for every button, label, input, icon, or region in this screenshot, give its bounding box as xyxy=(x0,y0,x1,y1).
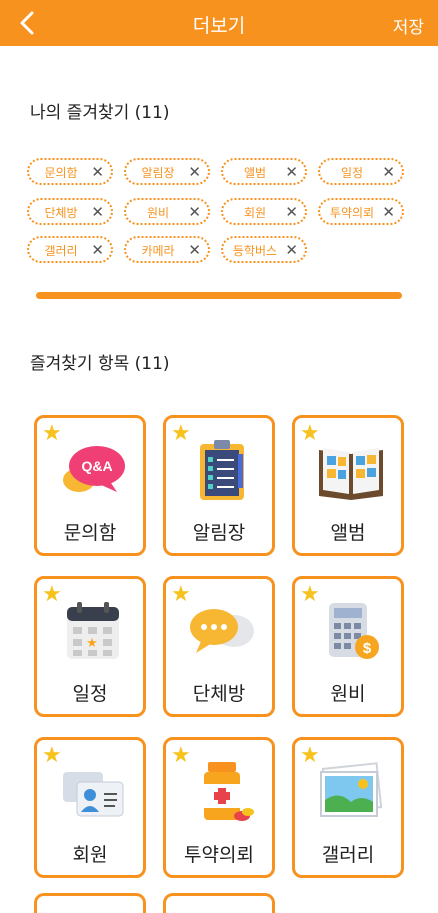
item-card-fee[interactable]: ★ $ 원비 xyxy=(292,576,404,717)
remove-icon[interactable]: ✕ xyxy=(188,163,201,181)
item-card-medicine[interactable]: ★ 투약의뢰 xyxy=(163,737,275,878)
item-card-label: 단체방 xyxy=(192,683,246,705)
remove-icon[interactable]: ✕ xyxy=(188,203,201,221)
item-card-partial[interactable] xyxy=(34,893,146,913)
item-card-schedule[interactable]: ★ ★ 일정 xyxy=(34,576,146,717)
svg-text:Q&A: Q&A xyxy=(81,458,112,474)
remove-icon[interactable]: ✕ xyxy=(285,203,298,221)
remove-icon[interactable]: ✕ xyxy=(91,241,104,259)
calendar-icon: ★ xyxy=(67,602,119,659)
item-card-gallery[interactable]: ★ 갤러리 xyxy=(292,737,404,878)
chip-label: 단체방 xyxy=(44,206,78,220)
chip-label: 문의함 xyxy=(44,166,78,180)
clipboard-checklist-icon xyxy=(200,440,244,500)
item-card-label: 일정 xyxy=(72,683,108,705)
chip-label: 회원 xyxy=(243,206,267,220)
item-card-qa[interactable]: ★ Q&A 문의함 xyxy=(34,415,146,556)
member-cards-icon xyxy=(63,772,124,817)
favorite-chip[interactable]: 갤러리 ✕ xyxy=(27,236,113,263)
page-title: 더보기 xyxy=(192,15,246,37)
favorite-chip[interactable]: 회원 ✕ xyxy=(221,198,307,225)
svg-text:★: ★ xyxy=(86,636,98,651)
favorite-chip[interactable]: 카메라 ✕ xyxy=(124,236,210,263)
photo-album-icon xyxy=(319,448,383,500)
item-card-partial[interactable] xyxy=(163,893,275,913)
item-card-label: 갤러리 xyxy=(321,844,375,866)
chip-label: 앨범 xyxy=(243,166,267,180)
medicine-bottle-icon xyxy=(204,762,254,821)
item-card-label: 문의함 xyxy=(63,522,117,544)
favorite-chip[interactable]: 원비 ✕ xyxy=(124,198,210,225)
favorite-chip[interactable]: 일정 ✕ xyxy=(318,158,404,185)
chip-label: 카메라 xyxy=(141,244,175,258)
group-chat-icon xyxy=(190,609,254,653)
chip-label: 원비 xyxy=(146,206,170,220)
item-card-label: 앨범 xyxy=(330,522,366,544)
item-card-label: 투약의뢰 xyxy=(184,844,254,866)
remove-icon[interactable]: ✕ xyxy=(285,163,298,181)
remove-icon[interactable]: ✕ xyxy=(382,203,395,221)
favorite-chip[interactable]: 단체방 ✕ xyxy=(27,198,113,225)
item-card-label: 원비 xyxy=(330,683,366,705)
item-card-label: 회원 xyxy=(72,844,108,866)
chip-label: 알림장 xyxy=(141,166,175,180)
remove-icon[interactable]: ✕ xyxy=(91,203,104,221)
remove-icon[interactable]: ✕ xyxy=(91,163,104,181)
remove-icon[interactable]: ✕ xyxy=(285,241,298,259)
svg-text:$: $ xyxy=(363,640,372,657)
remove-icon[interactable]: ✕ xyxy=(188,241,201,259)
chip-label: 갤러리 xyxy=(44,244,78,258)
item-card-label: 알림장 xyxy=(192,522,246,544)
top-bar: 더보기 저장 xyxy=(0,0,438,46)
favorites-heading: 나의 즐겨찾기 (11) xyxy=(30,103,170,123)
favorite-chip[interactable]: 문의함 ✕ xyxy=(27,158,113,185)
remove-icon[interactable]: ✕ xyxy=(382,163,395,181)
chip-label: 등학버스 xyxy=(232,244,278,258)
item-card-notice[interactable]: ★ 알림장 xyxy=(163,415,275,556)
favorite-chip[interactable]: 앨범 ✕ xyxy=(221,158,307,185)
chip-label: 투약의뢰 xyxy=(329,206,375,220)
favorite-chip[interactable]: 등학버스 ✕ xyxy=(221,236,307,263)
favorite-chip[interactable]: 알림장 ✕ xyxy=(124,158,210,185)
calculator-fee-icon: $ xyxy=(329,603,379,659)
save-button[interactable]: 저장 xyxy=(393,13,424,38)
item-card-group-chat[interactable]: ★ 단체방 xyxy=(163,576,275,717)
item-card-member[interactable]: ★ 회원 xyxy=(34,737,146,878)
favorite-chip[interactable]: 투약의뢰 ✕ xyxy=(318,198,404,225)
qa-bubble-icon: Q&A xyxy=(63,446,125,492)
section-divider xyxy=(36,292,402,299)
items-heading: 즐겨찾기 항목 (11) xyxy=(30,354,170,374)
item-card-album[interactable]: ★ 앨범 xyxy=(292,415,404,556)
chip-label: 일정 xyxy=(340,166,364,180)
gallery-picture-icon xyxy=(320,762,383,817)
